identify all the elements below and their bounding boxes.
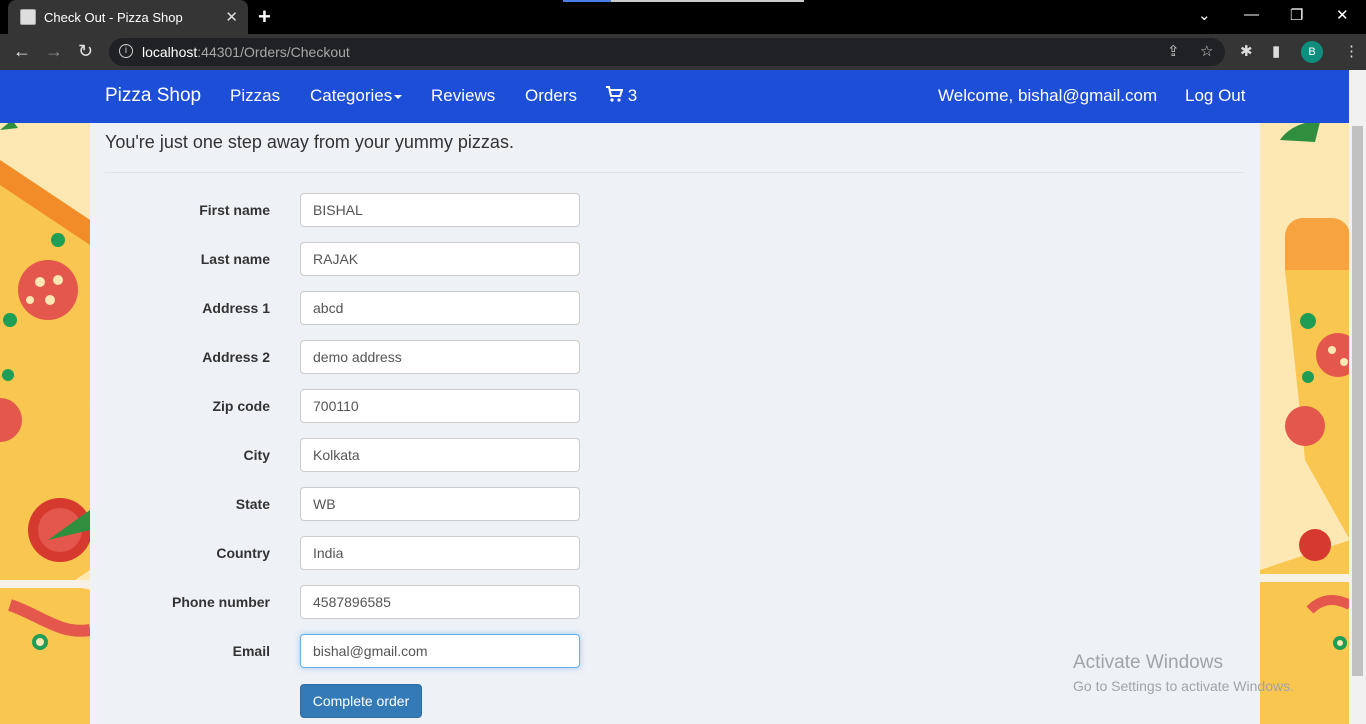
- form-row-first-name: First name BISHAL: [90, 193, 590, 227]
- country-input[interactable]: India: [300, 536, 580, 570]
- page-scrollbar[interactable]: [1349, 70, 1366, 724]
- share-icon[interactable]: ⇪: [1167, 42, 1180, 60]
- address-2-label: Address 2: [202, 349, 270, 365]
- form-row-phone-number: Phone number 4587896585: [90, 585, 590, 619]
- address-2-input[interactable]: demo address: [300, 340, 580, 374]
- page-favicon-icon: [20, 9, 36, 25]
- phone-number-input[interactable]: 4587896585: [300, 585, 580, 619]
- cart-icon: [606, 86, 624, 102]
- city-label: City: [243, 447, 270, 463]
- pizza-background-right: [1260, 70, 1349, 724]
- form-row-last-name: Last name RAJAK: [90, 242, 590, 276]
- form-row-address-2: Address 2 demo address: [90, 340, 590, 374]
- restore-icon[interactable]: ❐: [1290, 6, 1303, 24]
- city-input[interactable]: Kolkata: [300, 438, 580, 472]
- url-bar[interactable]: i localhost:44301/Orders/Checkout ⇪ ☆: [109, 38, 1225, 66]
- state-input[interactable]: WB: [300, 487, 580, 521]
- activate-windows-title: Activate Windows: [1073, 652, 1223, 673]
- site-info-icon[interactable]: i: [119, 44, 133, 58]
- checkout-container: You're just one step away from your yumm…: [90, 123, 1260, 724]
- phone-number-label: Phone number: [171, 594, 270, 610]
- back-icon[interactable]: ←: [13, 41, 31, 62]
- bookmark-star-icon[interactable]: ☆: [1200, 42, 1213, 60]
- side-panel-icon[interactable]: ▮: [1272, 42, 1280, 60]
- last-name-input[interactable]: RAJAK: [300, 242, 580, 276]
- address-1-input[interactable]: abcd: [300, 291, 580, 325]
- nav-orders[interactable]: Orders: [525, 86, 577, 106]
- activate-windows-subtitle: Go to Settings to activate Windows.: [1073, 678, 1294, 694]
- first-name-input[interactable]: BISHAL: [300, 193, 580, 227]
- browser-tab[interactable]: Check Out - Pizza Shop ✕: [8, 0, 248, 34]
- minimize-icon[interactable]: —: [1244, 6, 1259, 23]
- page-lead-text: You're just one step away from your yumm…: [105, 132, 514, 152]
- form-row-state: State WB: [90, 487, 590, 521]
- site-navbar: Pizza Shop Pizzas Categories Reviews Ord…: [0, 70, 1349, 123]
- nav-pizzas[interactable]: Pizzas: [230, 86, 280, 106]
- nav-reviews[interactable]: Reviews: [431, 86, 495, 106]
- country-label: Country: [216, 545, 270, 561]
- forward-icon[interactable]: →: [45, 41, 63, 62]
- form-row-city: City Kolkata: [90, 438, 590, 472]
- scrollbar-thumb[interactable]: [1352, 126, 1363, 676]
- browser-menu-icon[interactable]: ⋮: [1344, 42, 1359, 60]
- cart-count: 3: [627, 86, 638, 105]
- form-row-zip-code: Zip code 700110: [90, 389, 590, 423]
- address-toolbar: ← → ↻ i localhost:44301/Orders/Checkout …: [0, 34, 1366, 70]
- profile-avatar[interactable]: B: [1301, 41, 1323, 63]
- url-text[interactable]: localhost:44301/Orders/Checkout: [142, 44, 350, 60]
- tab-title: Check Out - Pizza Shop: [44, 10, 183, 25]
- reload-icon[interactable]: ↻: [78, 41, 93, 62]
- windows-activation-watermark: Activate Windows Go to Settings to activ…: [1073, 652, 1294, 694]
- tab-search-chevron-icon[interactable]: ⌄: [1198, 6, 1211, 24]
- address-1-label: Address 1: [202, 300, 270, 316]
- email-label: Email: [232, 643, 270, 659]
- extensions-icon[interactable]: ✱: [1240, 42, 1253, 60]
- dropdown-caret-icon: [394, 94, 403, 99]
- form-row-email: Email bishal@gmail.com: [90, 634, 590, 668]
- nav-categories[interactable]: Categories: [310, 86, 403, 106]
- page-viewport: Pizza Shop Pizzas Categories Reviews Ord…: [0, 70, 1349, 724]
- last-name-label: Last name: [200, 251, 270, 267]
- form-row-country: Country India: [90, 536, 590, 570]
- form-row-address-1: Address 1 abcd: [90, 291, 590, 325]
- complete-order-button[interactable]: Complete order: [300, 684, 422, 718]
- close-tab-icon[interactable]: ✕: [225, 8, 238, 26]
- browser-tab-bar: Check Out - Pizza Shop ✕ + ⌄ — ❐ ✕: [0, 0, 1366, 34]
- first-name-label: First name: [199, 202, 270, 218]
- tab-search-indicator: [563, 0, 804, 2]
- brand-link[interactable]: Pizza Shop: [105, 85, 201, 107]
- nav-welcome-user[interactable]: Welcome, bishal@gmail.com: [938, 86, 1157, 106]
- email-input[interactable]: bishal@gmail.com: [300, 634, 580, 668]
- zip-code-label: Zip code: [212, 398, 270, 414]
- close-window-icon[interactable]: ✕: [1336, 6, 1349, 24]
- pizza-background-left: [0, 70, 90, 724]
- nav-cart[interactable]: 3: [605, 86, 637, 106]
- state-label: State: [235, 496, 270, 512]
- nav-logout[interactable]: Log Out: [1185, 86, 1246, 106]
- new-tab-icon[interactable]: +: [258, 4, 271, 30]
- divider: [105, 172, 1243, 173]
- zip-code-input[interactable]: 700110: [300, 389, 580, 423]
